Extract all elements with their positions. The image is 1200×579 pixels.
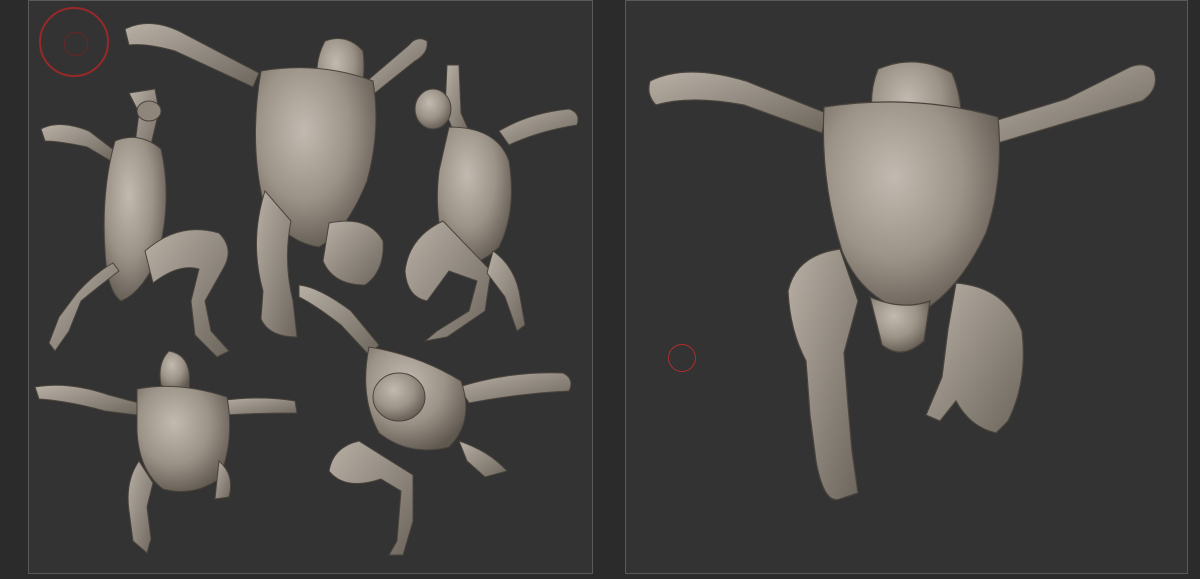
sculpt-pose-front	[124, 23, 428, 338]
sculpt-pose-top-down	[298, 284, 572, 556]
sculpt-pose-side-right	[404, 64, 579, 342]
sculpt-render-right	[648, 61, 1157, 501]
viewport-left[interactable]	[28, 0, 593, 574]
sculpt-pose-front-closeup	[648, 61, 1157, 501]
sculpt-renders-left	[34, 23, 579, 556]
sculpt-pose-back-crouch	[34, 350, 298, 554]
sculpt-pose-back-left	[40, 88, 230, 358]
viewport-right[interactable]	[625, 0, 1188, 574]
